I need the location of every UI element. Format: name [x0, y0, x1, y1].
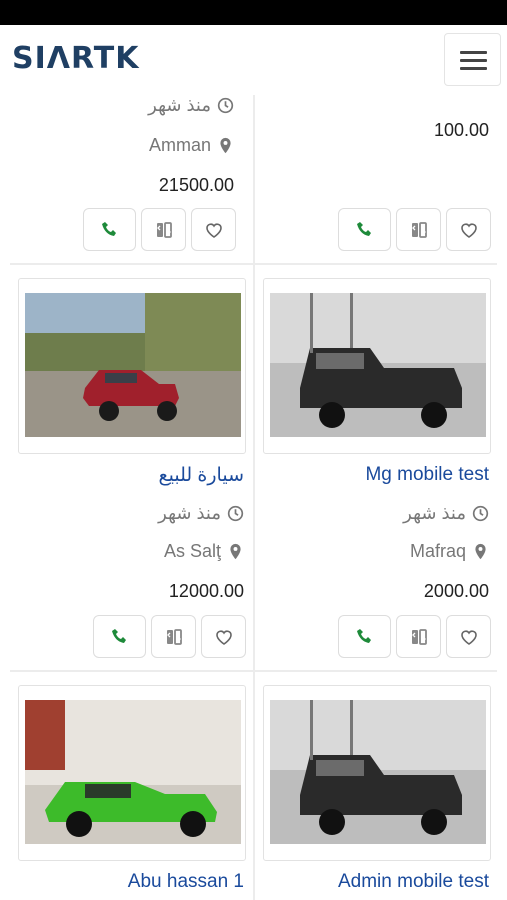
phone-icon [356, 221, 371, 236]
listing-card[interactable]: منذ شهر Amman 21500.00 [0, 95, 244, 263]
red-suv-image [25, 293, 241, 437]
heart-icon [205, 222, 222, 238]
listing-location: Mafraq [410, 541, 489, 562]
heart-icon [215, 629, 232, 645]
listing-location: As Salţ [164, 541, 244, 562]
listing-actions [338, 615, 491, 658]
listing-time: منذ شهر [403, 503, 489, 524]
compare-button[interactable] [396, 208, 441, 251]
listing-image[interactable] [263, 685, 491, 861]
listing-title[interactable]: Mg mobile test [365, 464, 489, 486]
clock-icon [227, 505, 244, 522]
favorite-button[interactable] [446, 208, 491, 251]
compare-icon [166, 628, 182, 645]
row-divider [10, 670, 497, 672]
listing-price: 100.00 [433, 120, 489, 140]
compare-icon [411, 628, 427, 645]
compare-icon [156, 221, 172, 238]
listing-title[interactable]: Abu hassan 1 [128, 871, 244, 893]
hamburger-menu-icon[interactable] [444, 33, 501, 86]
call-button[interactable] [83, 208, 136, 251]
listing-card[interactable]: Admin mobile test [255, 685, 499, 900]
favorite-button[interactable] [201, 615, 246, 658]
call-button[interactable] [338, 208, 391, 251]
phone-icon [111, 628, 126, 643]
listing-price: 21500.00 [158, 175, 234, 195]
call-button[interactable] [93, 615, 146, 658]
map-pin-icon [230, 543, 241, 560]
green-sports-car-image [25, 700, 241, 844]
map-pin-icon [475, 543, 486, 560]
listing-image[interactable] [263, 278, 491, 454]
compare-button[interactable] [141, 208, 186, 251]
compare-icon [411, 221, 427, 238]
listing-title[interactable]: Admin mobile test [338, 871, 489, 893]
heart-icon [460, 629, 477, 645]
listing-price: 2000.00 [423, 581, 489, 601]
app-header: SIΛRTK [0, 25, 507, 95]
favorite-button[interactable] [446, 615, 491, 658]
listing-actions [93, 615, 246, 658]
listing-card[interactable]: Mg mobile test منذ شهر Mafraq 2000.00 [255, 278, 499, 668]
heart-icon [460, 222, 477, 238]
listing-image[interactable] [18, 278, 246, 454]
compare-button[interactable] [396, 615, 441, 658]
black-pickup-image [270, 293, 486, 437]
listing-time: منذ شهر [158, 503, 244, 524]
listing-actions [338, 208, 491, 251]
clock-icon [472, 505, 489, 522]
call-button[interactable] [338, 615, 391, 658]
status-bar [0, 0, 507, 25]
phone-icon [101, 221, 116, 236]
listing-card[interactable]: Abu hassan 1 [10, 685, 254, 900]
listing-card[interactable]: سيارة للبيع منذ شهر As Salţ 12000.00 [10, 278, 254, 668]
listing-image[interactable] [18, 685, 246, 861]
favorite-button[interactable] [191, 208, 236, 251]
listings-grid: منذ شهر Amman 21500.00 100.00 سيارة للبي… [0, 95, 507, 900]
logo[interactable]: SIΛRTK [12, 41, 139, 76]
phone-icon [356, 628, 371, 643]
listing-actions [83, 208, 236, 251]
black-pickup-image [270, 700, 486, 844]
listing-location: Amman [149, 135, 234, 156]
row-divider [10, 263, 497, 265]
listing-price: 12000.00 [168, 581, 244, 601]
map-pin-icon [220, 137, 231, 154]
listing-title[interactable]: سيارة للبيع [158, 464, 244, 487]
clock-icon [217, 97, 234, 114]
compare-button[interactable] [151, 615, 196, 658]
listing-time: منذ شهر [148, 95, 234, 116]
listing-card[interactable]: 100.00 [255, 95, 499, 263]
